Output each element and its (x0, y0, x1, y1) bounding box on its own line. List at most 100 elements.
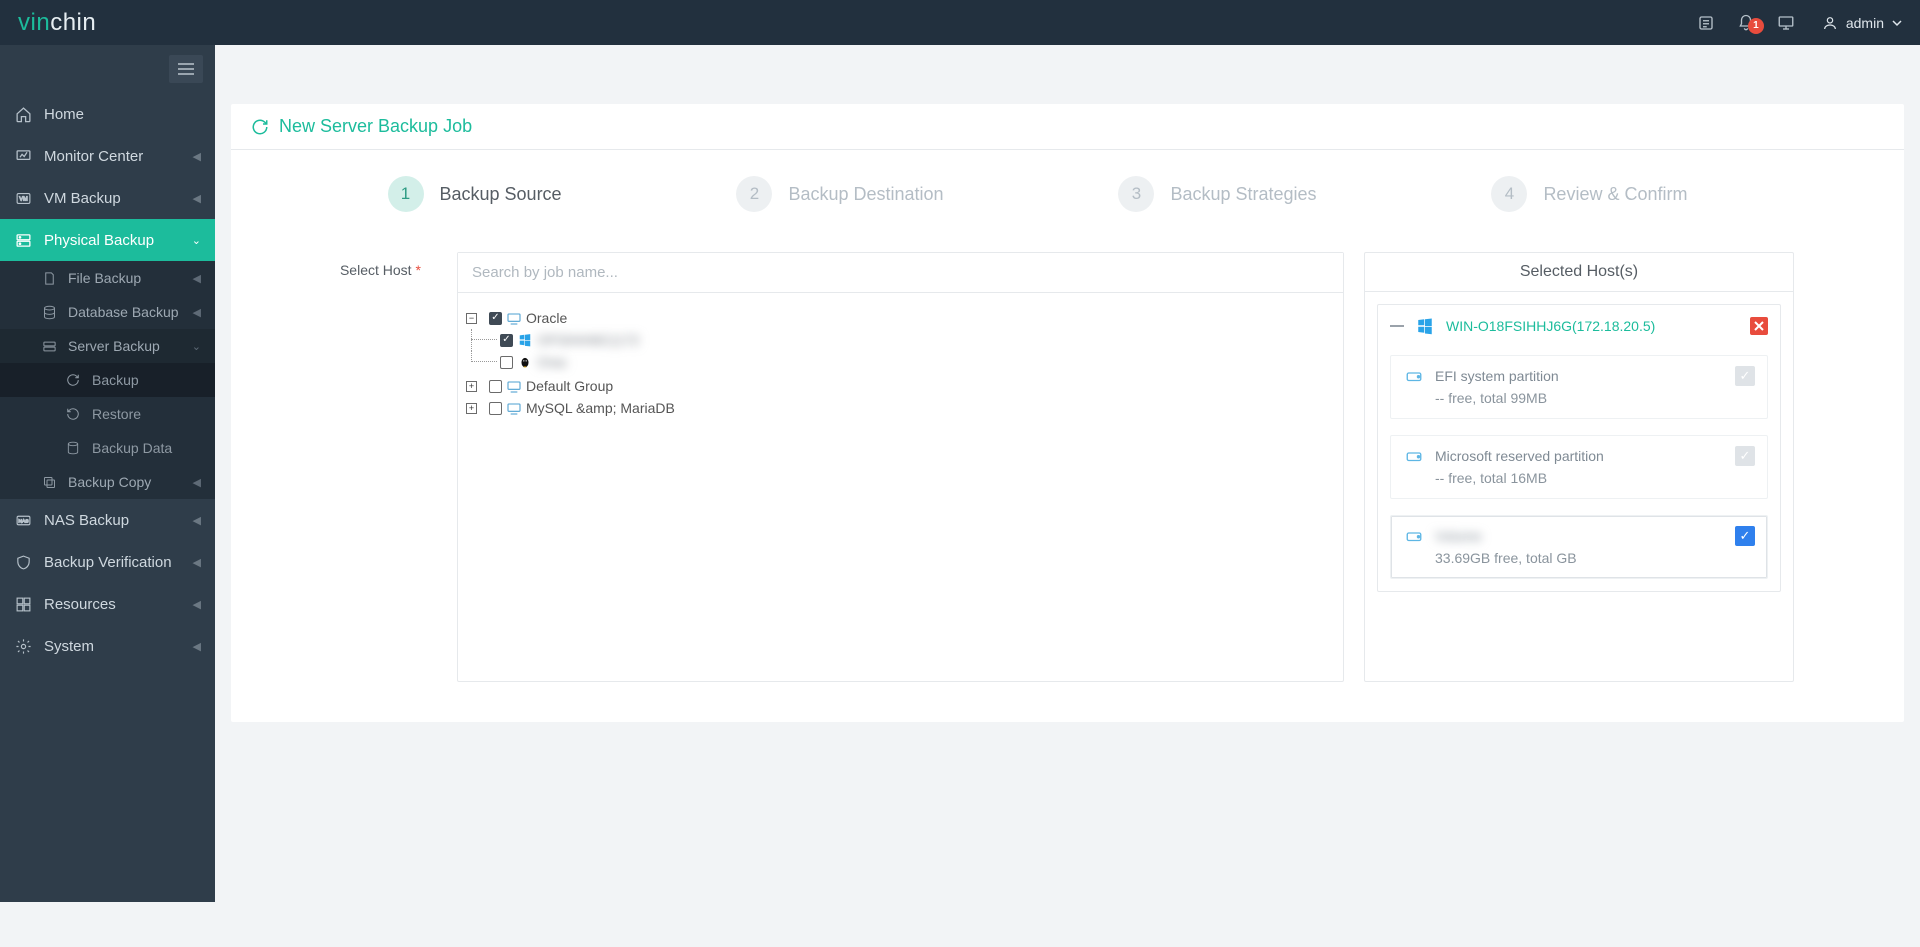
sidebar-label: Resources (44, 596, 116, 613)
host-group-icon (506, 379, 522, 393)
tree-label: Default Group (526, 378, 613, 394)
sidebar-label: Home (44, 106, 84, 123)
refresh-icon (64, 371, 82, 389)
logo: vinchin (18, 9, 96, 37)
remove-host-button[interactable] (1750, 317, 1768, 335)
tree-checkbox[interactable] (500, 356, 513, 369)
file-icon (40, 269, 58, 287)
sidebar-item-monitor[interactable]: Monitor Center ◀ (0, 135, 215, 177)
panel-header: New Server Backup Job (231, 104, 1904, 150)
partition-name: Microsoft reserved partition (1435, 448, 1604, 464)
partition-detail: -- free, total 16MB (1435, 470, 1604, 486)
topbar: vinchin 1 admin (0, 0, 1920, 45)
home-icon (14, 105, 32, 123)
tree-node-mysql[interactable]: + MySQL &amp; MariaDB (466, 397, 1335, 419)
host-group-icon (506, 311, 522, 325)
topbar-monitor-icon[interactable] (1766, 14, 1806, 32)
tree-label: Orac (537, 354, 567, 370)
chevron-down-icon (1892, 18, 1902, 28)
partition-item[interactable]: EFI system partition -- free, total 99MB (1390, 355, 1768, 419)
expand-icon[interactable]: + (466, 381, 477, 392)
host-tree-panel: − Oracle (457, 252, 1344, 682)
tree-checkbox[interactable] (489, 380, 502, 393)
step-1[interactable]: 1 Backup Source (388, 176, 562, 212)
windows-icon (517, 333, 533, 347)
expand-icon[interactable]: + (466, 403, 477, 414)
sidebar-label: Physical Backup (44, 232, 154, 249)
submenu-physical: File Backup ◀ Database Backup ◀ Server B… (0, 261, 215, 499)
collapse-icon[interactable] (1390, 325, 1404, 327)
sidebar-label: System (44, 638, 94, 655)
chevron-down-icon: ⌄ (192, 234, 201, 247)
tree-node-linux[interactable]: Orac (466, 351, 1335, 373)
svg-text:VM: VM (19, 196, 28, 202)
nas-icon: NAS (14, 511, 32, 529)
grid-icon (14, 595, 32, 613)
windows-icon (1416, 317, 1434, 335)
topbar-notes-icon[interactable] (1686, 14, 1726, 32)
partition-item[interactable]: Volume 33.69GB free, total GB (1390, 515, 1768, 579)
sub2-item-restore[interactable]: Restore (0, 397, 215, 431)
selected-hosts-panel: Selected Host(s) WIN-O18FSIHHJ6G(172.18.… (1364, 252, 1794, 682)
step-2[interactable]: 2 Backup Destination (736, 176, 943, 212)
sub-item-backup-copy[interactable]: Backup Copy ◀ (0, 465, 215, 499)
selected-host-name[interactable]: WIN-O18FSIHHJ6G(172.18.20.5) (1446, 318, 1655, 334)
refresh-icon[interactable] (251, 118, 269, 136)
topbar-bell-icon[interactable]: 1 (1726, 14, 1766, 32)
user-label: admin (1846, 15, 1884, 31)
server-icon (40, 337, 58, 355)
sidebar-label: NAS Backup (44, 512, 129, 529)
partition-item[interactable]: Microsoft reserved partition -- free, to… (1390, 435, 1768, 499)
partition-checkbox[interactable] (1735, 526, 1755, 546)
tree-node-win[interactable]: OFSIHHI6C(172 (466, 329, 1335, 351)
sidebar-toggle[interactable] (169, 55, 203, 83)
sidebar-label: Backup Verification (44, 554, 172, 571)
database-icon (40, 303, 58, 321)
sidebar-label: VM Backup (44, 190, 121, 207)
sub2-item-backup-data[interactable]: Backup Data (0, 431, 215, 465)
partition-detail: 33.69GB free, total GB (1435, 550, 1577, 566)
step-3[interactable]: 3 Backup Strategies (1118, 176, 1316, 212)
tree-checkbox[interactable] (489, 312, 502, 325)
partition-detail: -- free, total 99MB (1435, 390, 1559, 406)
sub-label: Server Backup (68, 338, 160, 354)
sub-label: File Backup (68, 270, 141, 286)
sidebar-item-system[interactable]: System ◀ (0, 625, 215, 667)
sub-item-file-backup[interactable]: File Backup ◀ (0, 261, 215, 295)
monitor-icon (14, 147, 32, 165)
sub2-item-backup[interactable]: Backup (0, 363, 215, 397)
sidebar-item-verify[interactable]: Backup Verification ◀ (0, 541, 215, 583)
tree-node-default[interactable]: + Default Group (466, 375, 1335, 397)
sub2-label: Restore (92, 406, 141, 422)
vm-icon: VM (14, 189, 32, 207)
partition-checkbox[interactable] (1735, 446, 1755, 466)
partition-checkbox[interactable] (1735, 366, 1755, 386)
copy-icon (40, 473, 58, 491)
tree-checkbox[interactable] (489, 402, 502, 415)
tree-node-oracle[interactable]: − Oracle (466, 307, 1335, 329)
collapse-icon[interactable]: − (466, 313, 477, 324)
sidebar-item-vmbackup[interactable]: VM VM Backup ◀ (0, 177, 215, 219)
sub-label: Backup Copy (68, 474, 151, 490)
linux-icon (517, 355, 533, 369)
partition-name: Volume (1435, 528, 1577, 544)
field-label: Select Host* (281, 252, 421, 278)
sidebar-item-resources[interactable]: Resources ◀ (0, 583, 215, 625)
page-title: New Server Backup Job (279, 116, 472, 137)
sidebar-item-nas[interactable]: NAS NAS Backup ◀ (0, 499, 215, 541)
chevron-left-icon: ◀ (193, 150, 201, 163)
sidebar-label: Monitor Center (44, 148, 143, 165)
sub2-label: Backup Data (92, 440, 172, 456)
step-4[interactable]: 4 Review & Confirm (1491, 176, 1687, 212)
notif-badge: 1 (1748, 18, 1764, 34)
search-input[interactable] (458, 253, 1343, 293)
tree-checkbox[interactable] (500, 334, 513, 347)
sub-item-database-backup[interactable]: Database Backup ◀ (0, 295, 215, 329)
shield-icon (14, 553, 32, 571)
sub-item-server-backup[interactable]: Server Backup ⌄ (0, 329, 215, 363)
sidebar: Home Monitor Center ◀ VM VM Backup ◀ Phy… (0, 45, 215, 902)
user-menu[interactable]: admin (1822, 15, 1902, 31)
sidebar-item-physical[interactable]: Physical Backup ⌄ (0, 219, 215, 261)
sidebar-item-home[interactable]: Home (0, 93, 215, 135)
wizard-steps: 1 Backup Source 2 Backup Destination 3 B… (388, 176, 1688, 212)
